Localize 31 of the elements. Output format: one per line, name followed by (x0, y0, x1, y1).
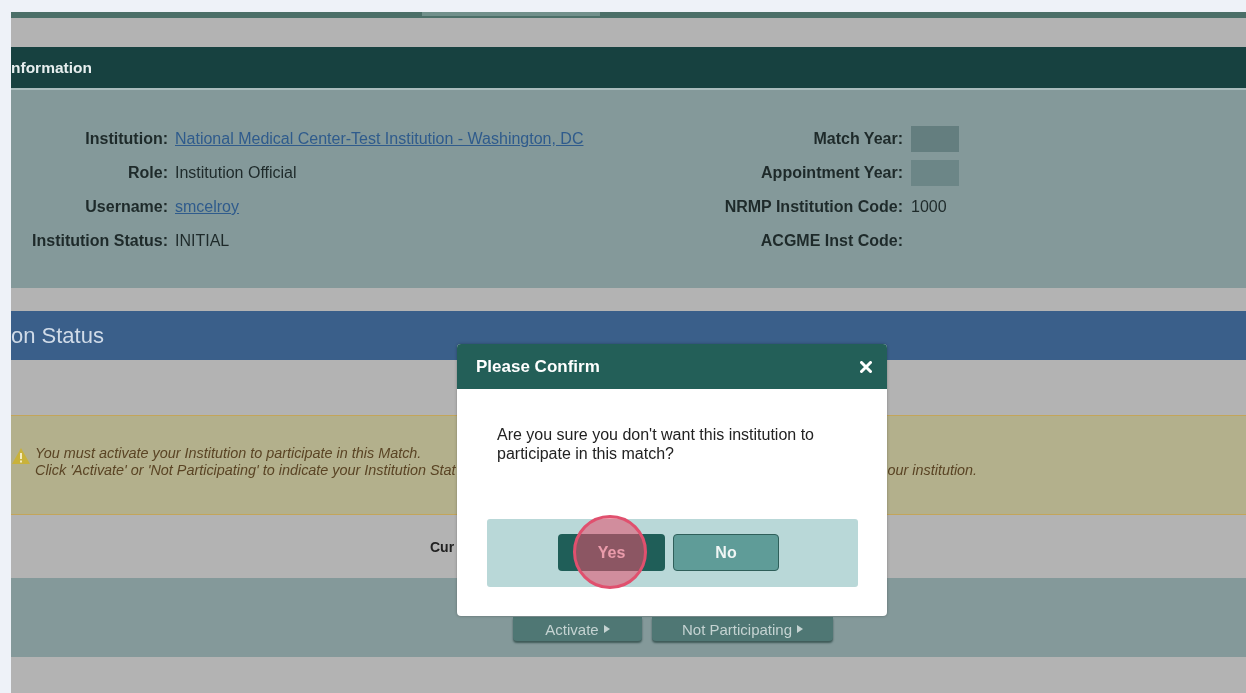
alert-message: You must activate your Institution to participate in this Match. (35, 445, 422, 461)
warning-icon (11, 447, 31, 465)
field-value: Institution Official (175, 164, 297, 182)
field-value: 1000 (911, 198, 947, 216)
activate-button[interactable]: Activate (513, 617, 642, 641)
dialog-message: Are you sure you don't want this institution to participate in this match? (497, 425, 815, 463)
field-label: Institution Status: (31, 232, 168, 250)
redacted-block (911, 160, 959, 186)
section-title: nformation (11, 58, 92, 77)
field-label: Appointment Year: (760, 164, 903, 182)
caret-icon (797, 625, 804, 633)
yes-button[interactable]: Yes (558, 534, 665, 571)
field-label: Username: (84, 198, 168, 216)
field-label: Match Year: (812, 130, 903, 148)
status-label: Cur (430, 538, 455, 555)
dialog-title: Please Confirm (476, 356, 600, 377)
field-link[interactable]: smcelroy (175, 198, 239, 216)
close-icon[interactable] (860, 360, 872, 373)
field-label: Role: (127, 164, 168, 182)
field-label: NRMP Institution Code: (723, 198, 903, 216)
section-title: on Status (11, 322, 104, 349)
redacted-block (911, 126, 959, 152)
alert-message: Click 'Activate' or 'Not Participating' to indicate your Institution Stat (35, 462, 456, 478)
field-label: Institution: (84, 130, 168, 148)
field-link[interactable]: National Medical Center-Test Institution - Washington, DC (175, 130, 584, 148)
not-participating-button[interactable]: Not Participating (652, 617, 833, 641)
field-label: ACGME Inst Code: (759, 232, 903, 250)
no-button[interactable]: No (673, 534, 779, 571)
field-value: INITIAL (175, 232, 230, 250)
alert-message: our institution. (887, 462, 978, 478)
caret-icon (603, 625, 610, 633)
